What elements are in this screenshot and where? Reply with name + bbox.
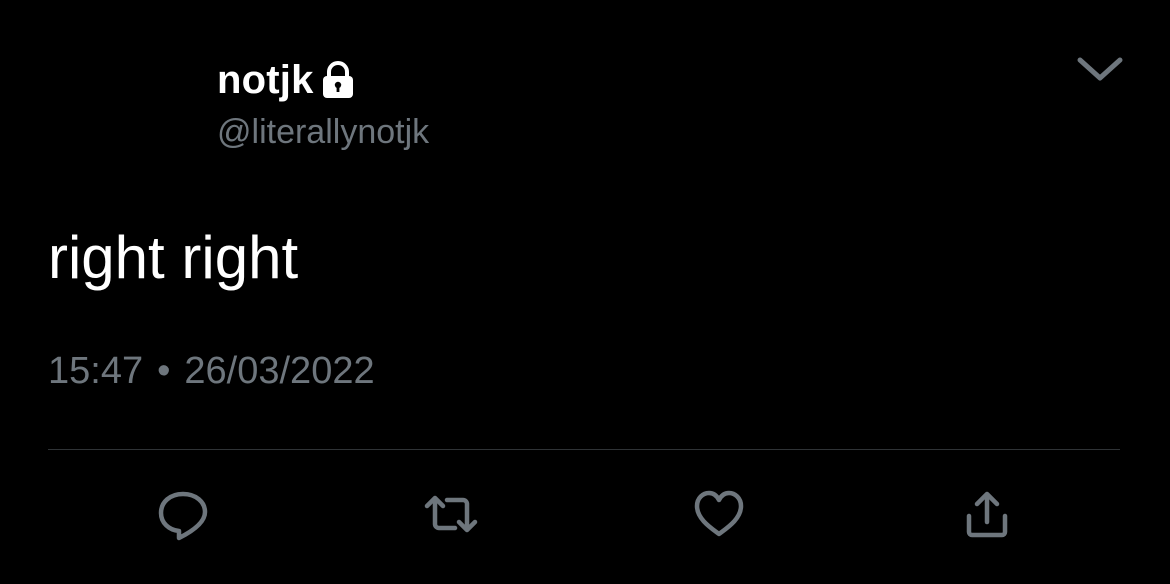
share-button[interactable] (955, 484, 1019, 548)
name-row: notjk (217, 52, 358, 108)
action-bar (0, 484, 1170, 548)
lock-icon (318, 60, 358, 100)
display-name[interactable]: notjk (217, 58, 314, 103)
share-icon (959, 486, 1015, 547)
retweet-icon (423, 486, 479, 547)
user-handle[interactable]: @literallynotjk (217, 113, 429, 152)
tweet-time: 15:47 (48, 350, 144, 392)
reply-button[interactable] (151, 484, 215, 548)
like-button[interactable] (687, 484, 751, 548)
divider (48, 449, 1120, 450)
tweet-card: notjk @literallynotjk right right 15:47 … (0, 0, 1170, 584)
meta-separator: • (157, 350, 171, 392)
tweet-header: notjk (217, 52, 358, 108)
tweet-timestamp[interactable]: 15:47 • 26/03/2022 (48, 350, 375, 393)
tweet-text: right right (48, 224, 299, 291)
retweet-button[interactable] (419, 484, 483, 548)
chevron-down-icon[interactable] (1072, 48, 1128, 88)
heart-icon (691, 486, 747, 547)
tweet-date: 26/03/2022 (184, 350, 375, 392)
reply-icon (155, 486, 211, 547)
